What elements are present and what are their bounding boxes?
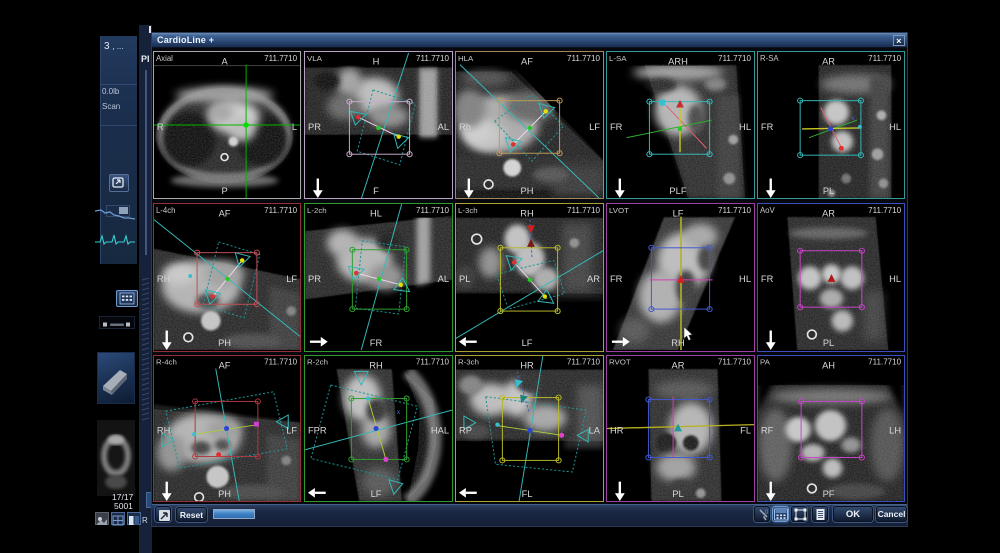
- svg-text:AR: AR: [822, 209, 835, 219]
- svg-text:R-2ch: R-2ch: [306, 358, 327, 367]
- svg-text:HR: HR: [609, 425, 623, 435]
- svg-text:LF: LF: [589, 122, 600, 132]
- svg-text:PF: PF: [822, 489, 834, 499]
- svg-text:PR: PR: [307, 122, 320, 132]
- svg-text:PLF: PLF: [669, 186, 686, 196]
- svg-text:LF: LF: [286, 274, 297, 284]
- svg-text:711.7710: 711.7710: [264, 206, 297, 215]
- svg-text:L-SA: L-SA: [608, 54, 626, 63]
- svg-text:FR: FR: [609, 122, 622, 132]
- svg-text:711.7710: 711.7710: [415, 358, 449, 367]
- svg-text:RH: RH: [369, 361, 383, 371]
- svg-text:AF: AF: [521, 57, 533, 67]
- svg-text:RH: RH: [520, 209, 534, 219]
- svg-text:LA: LA: [588, 425, 600, 435]
- svg-text:AR: AR: [587, 274, 600, 284]
- svg-text:FL: FL: [521, 489, 532, 499]
- svg-text:H: H: [372, 57, 379, 67]
- svg-text:R-SA: R-SA: [759, 54, 778, 63]
- svg-text:AoV: AoV: [759, 206, 775, 215]
- svg-text:RVOT: RVOT: [608, 358, 630, 367]
- svg-text:711.7710: 711.7710: [717, 206, 751, 215]
- svg-text:FR: FR: [760, 122, 773, 132]
- svg-text:PH: PH: [520, 186, 533, 196]
- svg-text:711.7710: 711.7710: [717, 358, 751, 367]
- svg-text:LF: LF: [672, 209, 683, 219]
- svg-text:L-2ch: L-2ch: [306, 206, 326, 215]
- svg-text:711.7710: 711.7710: [264, 54, 297, 63]
- svg-text:RF: RF: [760, 425, 773, 435]
- svg-text:HL: HL: [739, 274, 751, 284]
- svg-text:ARH: ARH: [668, 57, 688, 67]
- svg-text:711.7710: 711.7710: [415, 54, 449, 63]
- svg-text:PH: PH: [218, 338, 231, 348]
- svg-text:FPR: FPR: [307, 425, 326, 435]
- svg-text:F: F: [373, 186, 379, 196]
- svg-text:Axial: Axial: [155, 54, 172, 63]
- svg-text:RH: RH: [671, 338, 685, 348]
- svg-text:FR: FR: [369, 338, 382, 348]
- svg-text:711.7710: 711.7710: [264, 358, 297, 367]
- svg-text:711.7710: 711.7710: [566, 206, 600, 215]
- svg-text:RH: RH: [156, 425, 169, 435]
- svg-text:FL: FL: [740, 425, 751, 435]
- svg-text:R: R: [156, 122, 163, 132]
- svg-text:AF: AF: [218, 209, 230, 219]
- svg-text:HAL: HAL: [430, 425, 448, 435]
- svg-text:R-3ch: R-3ch: [457, 358, 478, 367]
- svg-text:LF: LF: [286, 425, 297, 435]
- svg-text:PL: PL: [822, 186, 833, 196]
- svg-text:AL: AL: [437, 122, 448, 132]
- svg-text:FR: FR: [760, 274, 773, 284]
- svg-text:PR: PR: [307, 274, 320, 284]
- svg-text:711.7710: 711.7710: [868, 54, 901, 63]
- svg-text:AL: AL: [437, 274, 448, 284]
- svg-text:HL: HL: [889, 274, 901, 284]
- svg-text:711.7710: 711.7710: [717, 54, 751, 63]
- svg-text:LF: LF: [370, 489, 381, 499]
- svg-text:L-3ch: L-3ch: [457, 206, 477, 215]
- svg-text:A: A: [221, 57, 228, 67]
- svg-text:711.7710: 711.7710: [415, 206, 449, 215]
- svg-text:LVOT: LVOT: [608, 206, 628, 215]
- svg-text:RH: RH: [156, 274, 169, 284]
- svg-text:P: P: [221, 186, 227, 196]
- svg-text:HL: HL: [889, 122, 901, 132]
- svg-text:x: x: [851, 115, 855, 122]
- svg-text:L: L: [291, 122, 296, 132]
- svg-text:LF: LF: [521, 338, 532, 348]
- svg-text:711.7710: 711.7710: [566, 54, 600, 63]
- svg-text:AR: AR: [822, 57, 835, 67]
- svg-text:AH: AH: [822, 361, 835, 371]
- svg-text:711.7710: 711.7710: [868, 358, 901, 367]
- svg-text:VLA: VLA: [306, 54, 322, 63]
- svg-text:AR: AR: [671, 361, 684, 371]
- svg-text:HL: HL: [739, 122, 751, 132]
- svg-text:0: 0: [765, 510, 769, 516]
- svg-text:Rh: Rh: [458, 122, 470, 132]
- svg-text:PL: PL: [458, 274, 469, 284]
- svg-text:711.7710: 711.7710: [566, 358, 600, 367]
- svg-text:x: x: [396, 409, 400, 416]
- svg-text:AF: AF: [218, 361, 230, 371]
- svg-text:711.7710: 711.7710: [868, 206, 901, 215]
- svg-text:FR: FR: [609, 274, 622, 284]
- svg-text:HL: HL: [370, 209, 382, 219]
- svg-text:HLA: HLA: [457, 54, 473, 63]
- svg-text:HR: HR: [520, 361, 534, 371]
- svg-text:RP: RP: [458, 425, 471, 435]
- svg-text:PL: PL: [822, 338, 833, 348]
- svg-text:PL: PL: [672, 489, 683, 499]
- svg-text:R-4ch: R-4ch: [155, 358, 176, 367]
- svg-text:PH: PH: [218, 489, 231, 499]
- svg-text:PA: PA: [759, 358, 770, 367]
- svg-text:L-4ch: L-4ch: [155, 206, 175, 215]
- svg-text:LH: LH: [889, 425, 901, 435]
